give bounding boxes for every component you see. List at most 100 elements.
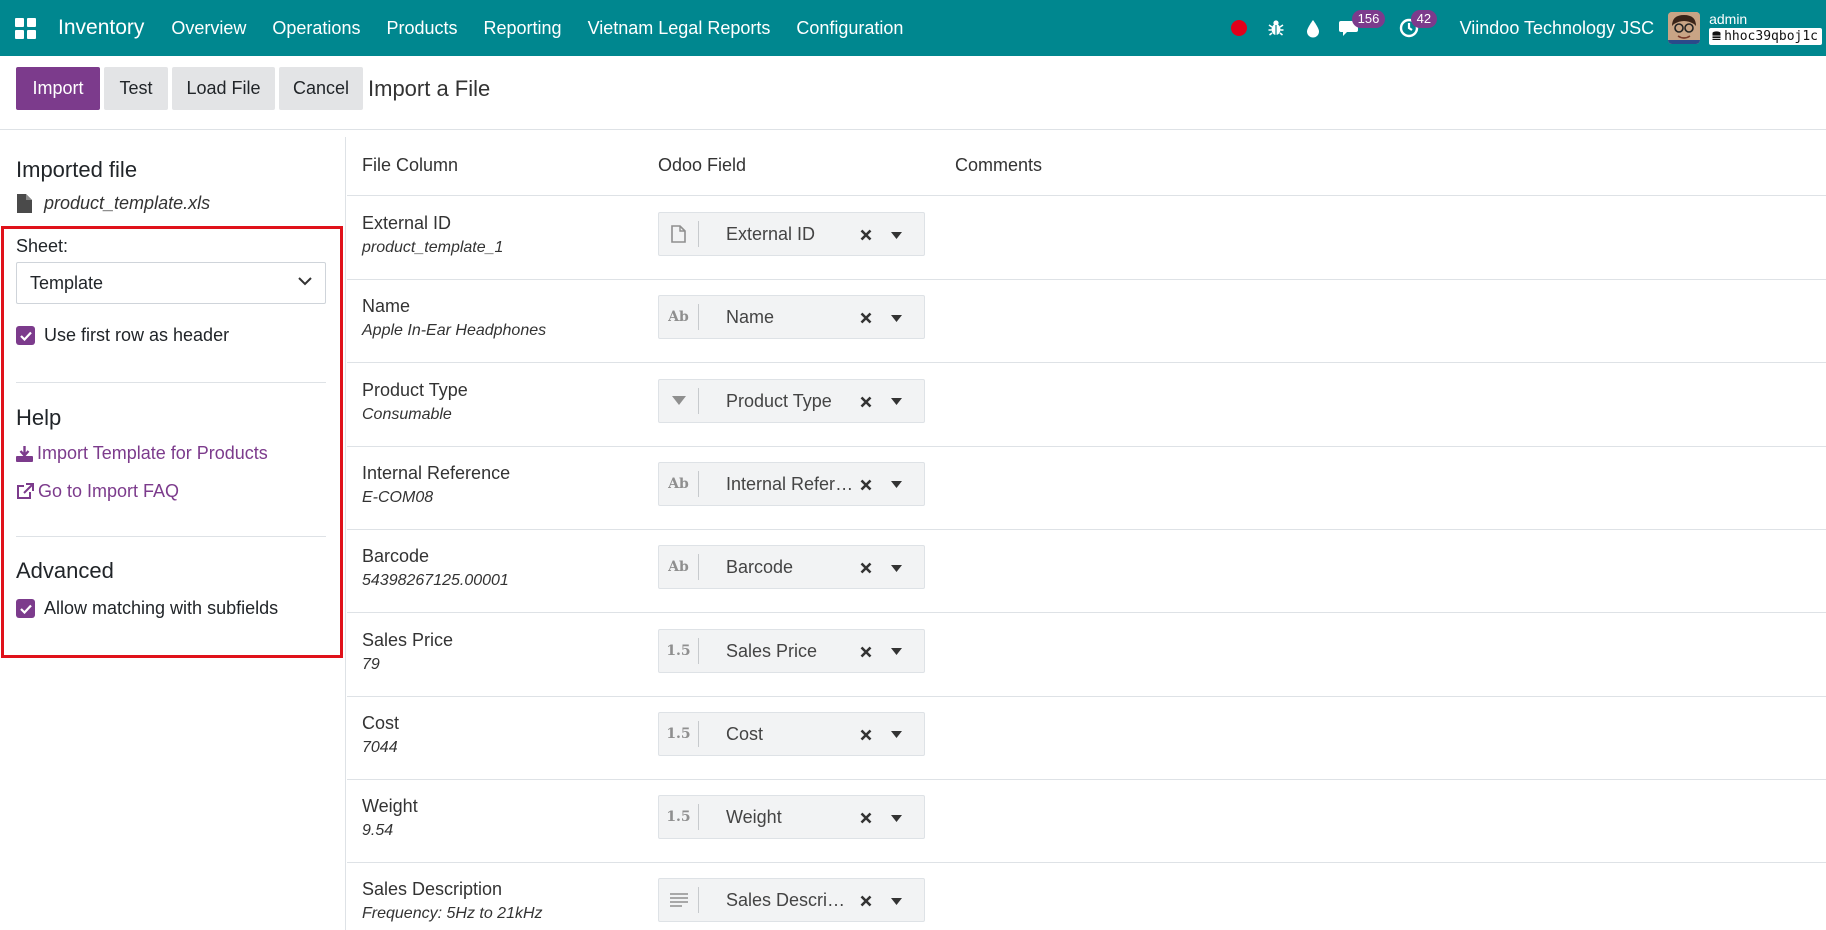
user-avatar[interactable] [1668, 12, 1701, 44]
messages-icon[interactable]: 156 [1332, 0, 1386, 56]
field-dropdown-toggle[interactable] [886, 224, 906, 246]
table-row: Cost 7044 1.5 Cost [347, 697, 1826, 780]
html-type-icon [659, 887, 699, 914]
file-column-sample: 9.54 [362, 822, 394, 840]
field-dropdown-toggle[interactable] [886, 474, 906, 496]
file-column-sample: Apple In-Ear Headphones [362, 322, 547, 340]
clear-field-button[interactable] [854, 890, 878, 912]
database-icon [1712, 31, 1721, 40]
field-dropdown-toggle[interactable] [886, 807, 906, 829]
odoo-field-value: Sales Price [726, 640, 818, 661]
clear-field-button[interactable] [854, 391, 878, 413]
import-button[interactable]: Import [16, 67, 100, 110]
float-type-icon: 1.5 [659, 804, 699, 831]
record-icon[interactable] [1221, 0, 1258, 56]
cancel-button[interactable]: Cancel [279, 67, 363, 110]
field-dropdown-toggle[interactable] [886, 307, 906, 329]
selection-type-icon [659, 387, 699, 414]
file-name: product_template.xls [44, 193, 211, 213]
odoo-field-select[interactable]: 1.5 Sales Price [658, 628, 925, 673]
file-column-name: External ID [362, 213, 452, 233]
activity-clock-icon[interactable]: 42 [1391, 0, 1438, 56]
file-icon [17, 194, 32, 213]
odoo-field-value: External ID [726, 224, 816, 244]
odoo-field-select[interactable]: External ID [658, 212, 925, 256]
allow-matching-subfields-checkbox[interactable]: Allow matching with subfields [16, 598, 278, 619]
clear-icon [860, 562, 872, 574]
odoo-field-select[interactable]: Product Type [658, 378, 925, 423]
table-row: Barcode 54398267125.00001 Ab Barcode [347, 530, 1826, 614]
table-row: Sales Description Frequency: 5Hz to 21kHz… [347, 863, 1826, 930]
field-dropdown-toggle[interactable] [886, 557, 906, 579]
menu-overview[interactable]: Overview [158, 0, 259, 56]
file-column-sample: Consumable [362, 405, 452, 423]
field-dropdown-toggle[interactable] [886, 890, 906, 912]
odoo-field-select[interactable]: Ab Barcode [658, 545, 925, 590]
field-mapping-table: File Column Odoo Field Comments External… [347, 137, 1826, 930]
table-row: Product Type Consumable Product Type [347, 364, 1826, 447]
caret-down-icon [890, 731, 902, 739]
imported-file-title: Imported file [16, 157, 138, 182]
clear-field-button[interactable] [854, 224, 878, 246]
odoo-field-select[interactable]: Ab Internal Reference [658, 461, 925, 506]
clear-icon [860, 396, 872, 408]
table-row: Weight 9.54 1.5 Weight [347, 780, 1826, 864]
file-column-name: Barcode [362, 546, 430, 567]
field-dropdown-toggle[interactable] [886, 391, 906, 413]
clear-icon [860, 729, 872, 741]
external-link-icon [17, 483, 34, 499]
menu-vietnam-legal-reports[interactable]: Vietnam Legal Reports [575, 0, 784, 56]
caret-down-icon [890, 231, 902, 239]
caret-down-icon [890, 314, 902, 322]
field-dropdown-toggle[interactable] [886, 724, 906, 746]
import-faq-link[interactable]: Go to Import FAQ [16, 481, 179, 502]
odoo-field-value: Weight [726, 807, 782, 828]
odoo-field-value: Cost [726, 723, 764, 744]
file-column-name: Internal Reference [362, 462, 511, 483]
user-name: admin [1709, 11, 1748, 27]
clear-field-button[interactable] [854, 557, 878, 579]
apps-menu-icon[interactable] [0, 0, 50, 56]
import-template-link[interactable]: Import Template for Products [16, 443, 268, 464]
file-column-name: Weight [362, 796, 418, 817]
checkbox-checked-icon[interactable] [16, 326, 35, 345]
menu-products[interactable]: Products [373, 0, 470, 56]
caret-down-icon [890, 897, 902, 905]
menu-configuration[interactable]: Configuration [783, 0, 916, 56]
test-button[interactable]: Test [104, 67, 168, 110]
file-icon [659, 221, 699, 247]
menu-operations[interactable]: Operations [259, 0, 373, 56]
app-name[interactable]: Inventory [58, 16, 144, 40]
file-column-sample: 54398267125.00001 [362, 572, 509, 590]
droplet-icon[interactable] [1295, 0, 1332, 56]
clear-field-button[interactable] [854, 641, 878, 663]
table-row: External ID product_template_1 External ID [347, 197, 1826, 280]
bug-icon[interactable] [1258, 0, 1295, 56]
imported-file: product_template.xls [16, 193, 210, 214]
checkbox-checked-icon[interactable] [16, 599, 35, 618]
file-column-name: Product Type [362, 379, 468, 400]
caret-down-icon [890, 398, 902, 406]
odoo-field-select[interactable]: 1.5 Weight [658, 795, 925, 840]
load-file-button[interactable]: Load File [172, 67, 275, 110]
sheet-label: Sheet: [16, 236, 69, 256]
clear-field-button[interactable] [854, 307, 878, 329]
field-dropdown-toggle[interactable] [886, 641, 906, 663]
odoo-field-select[interactable]: Sales Description [658, 878, 925, 923]
odoo-field-select[interactable]: 1.5 Cost [658, 711, 925, 756]
odoo-field-value: Sales Description [726, 890, 854, 911]
caret-down-icon [890, 648, 902, 655]
odoo-field-select[interactable]: Ab Name [658, 295, 925, 340]
menu-reporting[interactable]: Reporting [471, 0, 575, 56]
database-chip: hhoc39qboj1c [1709, 28, 1822, 45]
user-menu[interactable]: admin hhoc39qboj1c [1709, 11, 1822, 45]
use-first-row-header-checkbox[interactable]: Use first row as header [16, 325, 229, 346]
clear-field-button[interactable] [854, 724, 878, 746]
clear-field-button[interactable] [854, 474, 878, 496]
sheet-select[interactable]: Template [16, 262, 326, 304]
clear-icon [860, 812, 872, 824]
allow-matching-subfields-label: Allow matching with subfields [44, 598, 279, 618]
download-icon [16, 445, 33, 462]
clear-field-button[interactable] [854, 807, 878, 829]
company-switcher[interactable]: Viindoo Technology JSC [1460, 18, 1654, 39]
